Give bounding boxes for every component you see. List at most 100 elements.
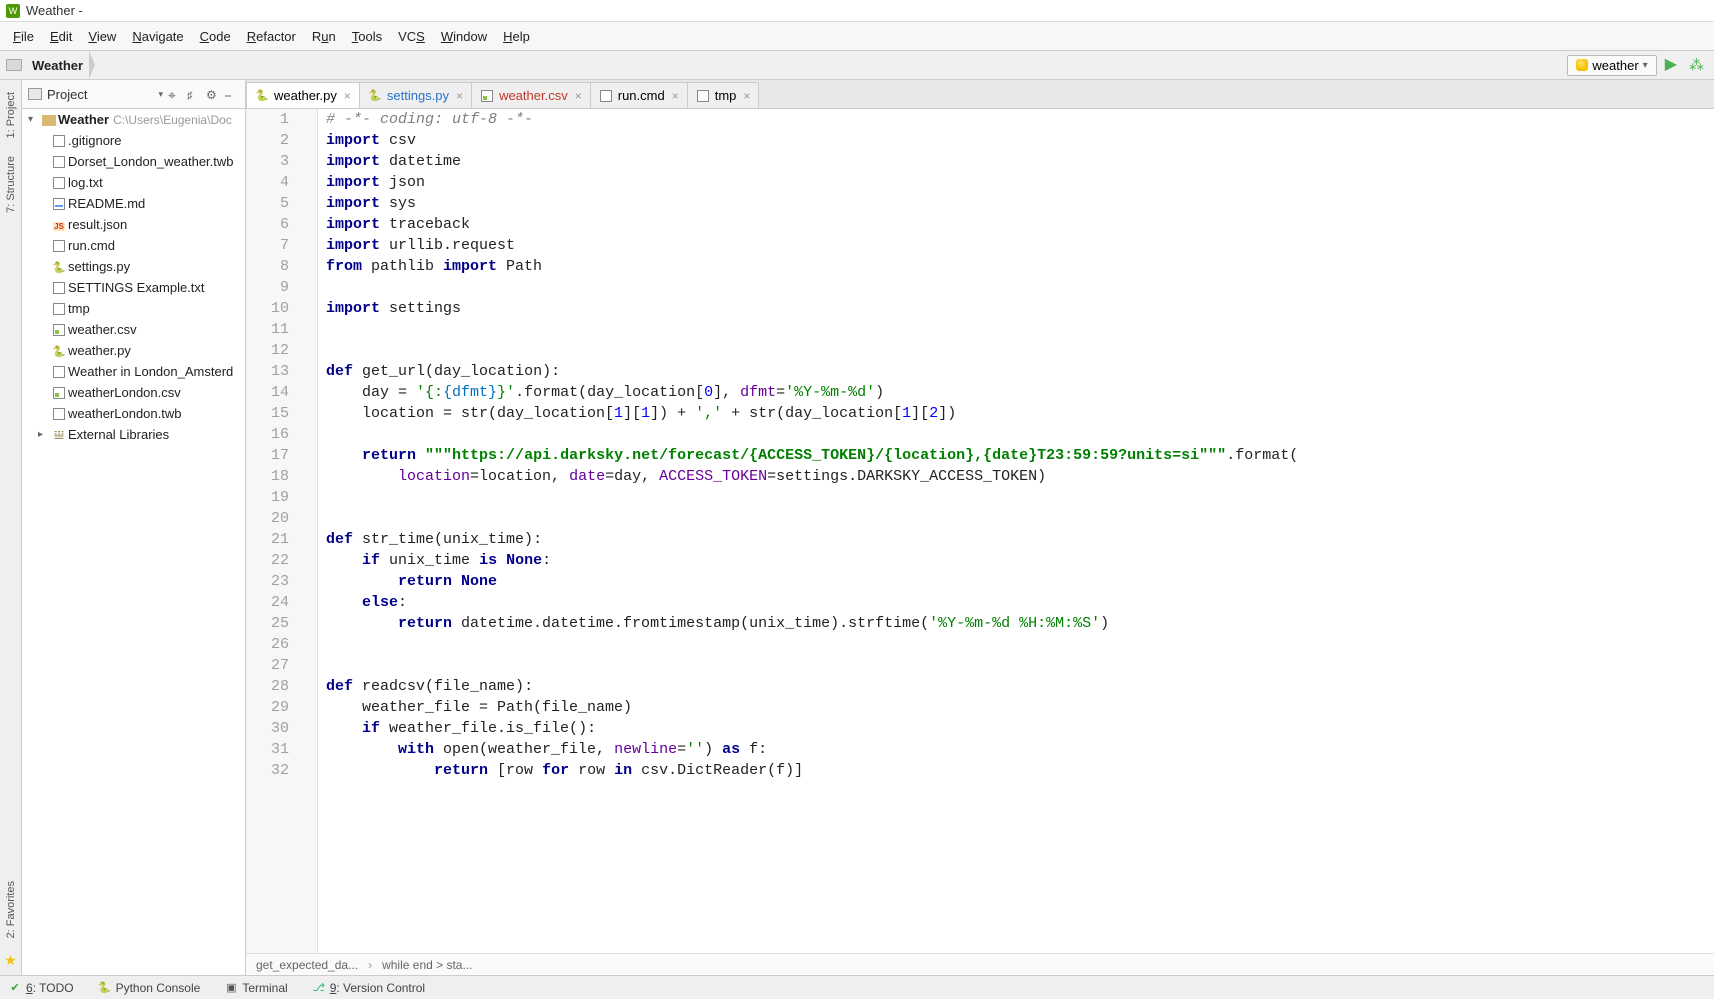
csv-file-icon	[480, 89, 494, 103]
star-icon: ★	[4, 952, 17, 969]
tree-file[interactable]: weatherLondon.csv	[22, 382, 245, 403]
csv-file-icon	[50, 386, 68, 400]
project-view-icon	[28, 88, 42, 100]
txt-file-icon	[50, 281, 68, 295]
tree-file[interactable]: run.cmd	[22, 235, 245, 256]
menu-tools[interactable]: Tools	[345, 26, 389, 47]
menu-vcs[interactable]: VCS	[391, 26, 432, 47]
tree-file[interactable]: Weather in London_Amsterd	[22, 361, 245, 382]
chevron-down-icon[interactable]: ▾	[158, 89, 163, 100]
menu-refactor[interactable]: Refactor	[240, 26, 303, 47]
menu-edit[interactable]: Edit	[43, 26, 79, 47]
close-tab-icon[interactable]: ×	[575, 89, 582, 103]
tree-file-label: run.cmd	[68, 238, 115, 253]
py-file-icon: 🐍	[255, 89, 269, 103]
library-icon: 𝍎	[50, 428, 68, 442]
run-button[interactable]: ▶	[1661, 57, 1681, 73]
editor-tab-label: weather.py	[274, 88, 337, 103]
hide-panel-icon[interactable]	[225, 87, 239, 101]
editor-tab-label: run.cmd	[618, 88, 665, 103]
tree-file[interactable]: 🐍settings.py	[22, 256, 245, 277]
tool-tab-favorites[interactable]: 2: Favorites	[5, 877, 17, 942]
chevron-down-icon[interactable]: ▾	[28, 114, 40, 125]
scroll-from-source-icon[interactable]	[168, 87, 182, 101]
close-tab-icon[interactable]: ×	[456, 89, 463, 103]
bottom-tool-bar: ✔6: TODO 🐍Python Console ▣Terminal ⎇9: Vers…	[0, 975, 1714, 999]
tree-root[interactable]: ▾ Weather C:\Users\Eugenia\Doc	[22, 109, 245, 130]
tree-file[interactable]: 🐍weather.py	[22, 340, 245, 361]
py-file-icon: 🐍	[368, 89, 382, 103]
gear-icon[interactable]	[206, 87, 220, 101]
bottom-tool-todo[interactable]: ✔6: TODO	[8, 981, 74, 995]
editor-code[interactable]: # -*- coding: utf-8 -*-import csvimport …	[318, 109, 1714, 953]
breadcrumb-root[interactable]: Weather	[26, 56, 89, 75]
editor-tab[interactable]: 🐍settings.py×	[359, 82, 472, 108]
tool-tab-structure[interactable]: 7: Structure	[5, 152, 17, 217]
editor-tab-label: tmp	[715, 88, 737, 103]
chevron-right-icon[interactable]: ▸	[38, 429, 50, 440]
menu-help[interactable]: Help	[496, 26, 537, 47]
tree-file-label: weather.py	[68, 343, 131, 358]
txt-file-icon	[696, 89, 710, 103]
folder-icon	[6, 59, 22, 71]
breadcrumb-segment[interactable]: get_expected_da...	[256, 958, 358, 972]
tree-file[interactable]: weather.csv	[22, 319, 245, 340]
py-icon: 🐍	[98, 981, 112, 995]
run-config-name: weather	[1592, 58, 1638, 73]
tree-file[interactable]: SETTINGS Example.txt	[22, 277, 245, 298]
folder-icon	[40, 113, 58, 127]
project-panel-title[interactable]: Project	[47, 87, 153, 102]
tree-file-label: README.md	[68, 196, 145, 211]
editor-tab[interactable]: 🐍 weather.py ×	[246, 82, 360, 108]
run-config-selector[interactable]: weather ▾	[1567, 55, 1656, 76]
close-tab-icon[interactable]: ×	[743, 89, 750, 103]
external-libraries[interactable]: ▸ 𝍎 External Libraries	[22, 424, 245, 445]
tree-file-label: log.txt	[68, 175, 103, 190]
external-libraries-label: External Libraries	[68, 427, 169, 442]
editor-tab-row: 🐍weather.py×🐍settings.py×weather.csv×run…	[246, 80, 1714, 109]
bottom-tool-label: Terminal	[242, 981, 287, 995]
txt-file-icon	[50, 239, 68, 253]
project-panel-header: Project ▾	[22, 80, 245, 109]
txt-file-icon	[50, 302, 68, 316]
tree-file[interactable]: weatherLondon.twb	[22, 403, 245, 424]
project-tree[interactable]: ▾ Weather C:\Users\Eugenia\Doc .gitignor…	[22, 109, 245, 975]
menu-view[interactable]: View	[81, 26, 123, 47]
menu-file[interactable]: File	[6, 26, 41, 47]
bottom-tool-py[interactable]: 🐍Python Console	[98, 981, 201, 995]
bottom-tool-label: 6: TODO	[26, 981, 74, 995]
vc-icon: ⎇	[312, 981, 326, 995]
python-run-icon	[1576, 59, 1588, 71]
tree-file[interactable]: JSresult.json	[22, 214, 245, 235]
py-file-icon: 🐍	[50, 260, 68, 274]
tree-file[interactable]: Dorset_London_weather.twb	[22, 151, 245, 172]
editor-tab[interactable]: run.cmd ×	[590, 82, 688, 108]
close-tab-icon[interactable]: ×	[672, 89, 679, 103]
menu-code[interactable]: Code	[193, 26, 238, 47]
close-tab-icon[interactable]: ×	[344, 89, 351, 103]
tree-file[interactable]: tmp	[22, 298, 245, 319]
editor-tab[interactable]: tmp ×	[687, 82, 760, 108]
tool-tab-project[interactable]: 1: Project	[5, 88, 17, 142]
tree-file-label: weatherLondon.csv	[68, 385, 181, 400]
editor-tab[interactable]: weather.csv×	[471, 82, 591, 108]
md-file-icon	[50, 197, 68, 211]
menu-navigate[interactable]: Navigate	[125, 26, 190, 47]
tree-file[interactable]: .gitignore	[22, 130, 245, 151]
editor-area[interactable]: 1234567891011121314151617181920212223242…	[246, 109, 1714, 953]
csv-file-icon	[50, 323, 68, 337]
menu-run[interactable]: Run	[305, 26, 343, 47]
tree-file-label: result.json	[68, 217, 127, 232]
tree-file[interactable]: README.md	[22, 193, 245, 214]
tree-file[interactable]: log.txt	[22, 172, 245, 193]
bottom-tool-vc[interactable]: ⎇9: Version Control	[312, 981, 425, 995]
json-file-icon: JS	[50, 218, 68, 232]
debug-button[interactable]: ⁂	[1685, 58, 1708, 73]
bottom-tool-term[interactable]: ▣Terminal	[224, 981, 287, 995]
menu-window[interactable]: Window	[434, 26, 494, 47]
collapse-all-icon[interactable]	[187, 87, 201, 101]
breadcrumb-segment[interactable]: while end > sta...	[382, 958, 472, 972]
tree-file-label: .gitignore	[68, 133, 121, 148]
txt-file-icon	[50, 134, 68, 148]
main-menu-bar: File Edit View Navigate Code Refactor Ru…	[0, 22, 1714, 51]
